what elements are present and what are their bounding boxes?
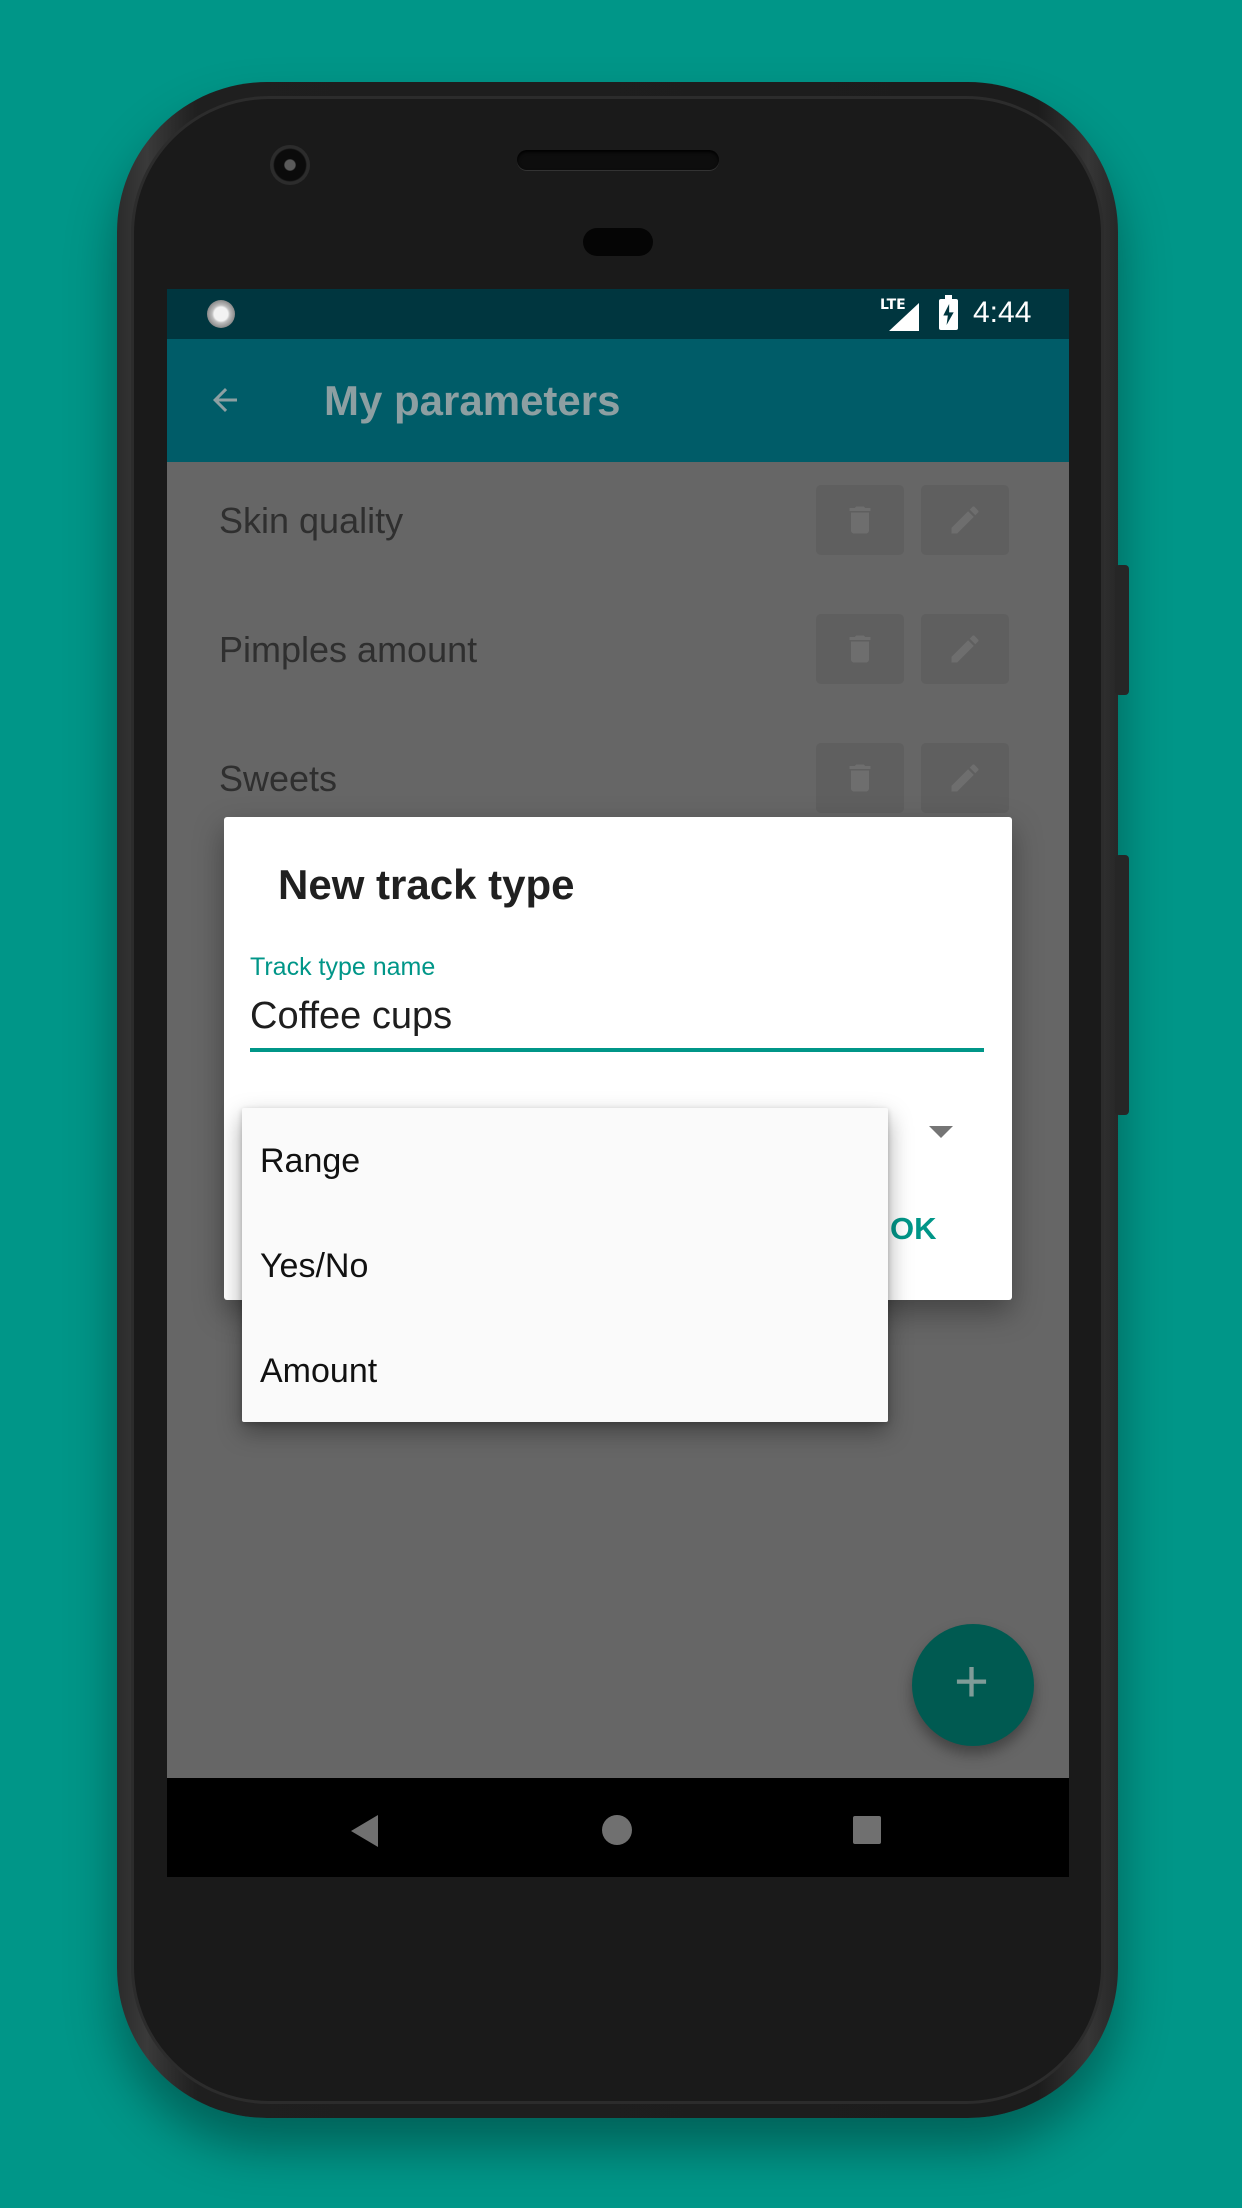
edit-button[interactable] [921,743,1009,813]
list-item: Sweets [167,720,1069,830]
status-time: 4:44 [973,296,1032,329]
trash-icon [849,764,871,792]
app-bar: My parameters [167,339,1069,462]
volume-button [1115,855,1129,1115]
edit-button[interactable] [921,485,1009,555]
pencil-icon [951,635,979,663]
track-type-dropdown-menu: Range Yes/No Amount [242,1108,888,1422]
battery-charging-icon [939,295,958,330]
menu-item-range[interactable]: Range [242,1108,888,1212]
track-type-name-label: Track type name [250,953,436,981]
list-item: Pimples amount [167,591,1069,701]
trash-icon [849,506,871,534]
parameter-label: Pimples amount [219,629,478,670]
background: LTE 4:44 My parameters Skin quality Pimp… [0,0,1242,2208]
arrow-left-icon[interactable] [207,382,243,418]
delete-button[interactable] [816,614,904,684]
page-title: My parameters [324,377,621,424]
menu-item-yes-no[interactable]: Yes/No [242,1213,888,1317]
delete-button[interactable] [816,743,904,813]
parameter-label: Sweets [219,758,338,799]
dropdown-arrow-icon[interactable] [929,1126,953,1138]
earpiece-speaker [517,150,719,170]
menu-item-amount[interactable]: Amount [242,1318,888,1422]
dialog-title: New track type [278,861,575,908]
input-underline [250,1048,984,1052]
front-camera [270,145,310,185]
menu-item-label: Range [260,1142,361,1180]
plus-icon: + [954,1648,990,1715]
pencil-icon [951,764,979,792]
nav-home-icon[interactable] [602,1815,632,1845]
status-bar: LTE 4:44 [167,289,1069,339]
add-button[interactable]: + [912,1624,1034,1746]
list-item: Skin quality [167,462,1069,572]
nav-recents-icon[interactable] [853,1816,881,1844]
pencil-icon [951,506,979,534]
screen: LTE 4:44 My parameters Skin quality Pimp… [167,289,1069,1877]
ok-button[interactable]: OK [890,1211,937,1247]
parameter-label: Skin quality [219,500,404,541]
menu-item-label: Yes/No [260,1247,369,1285]
track-type-name-input[interactable] [250,989,984,1043]
nav-back-icon[interactable] [351,1815,378,1847]
trash-icon [849,635,871,663]
power-button [1115,565,1129,695]
proximity-sensor [583,228,653,256]
delete-button[interactable] [816,485,904,555]
signal-icon [889,303,919,331]
notification-icon [207,300,235,328]
navigation-bar [167,1778,1069,1877]
edit-button[interactable] [921,614,1009,684]
menu-item-label: Amount [260,1352,378,1390]
